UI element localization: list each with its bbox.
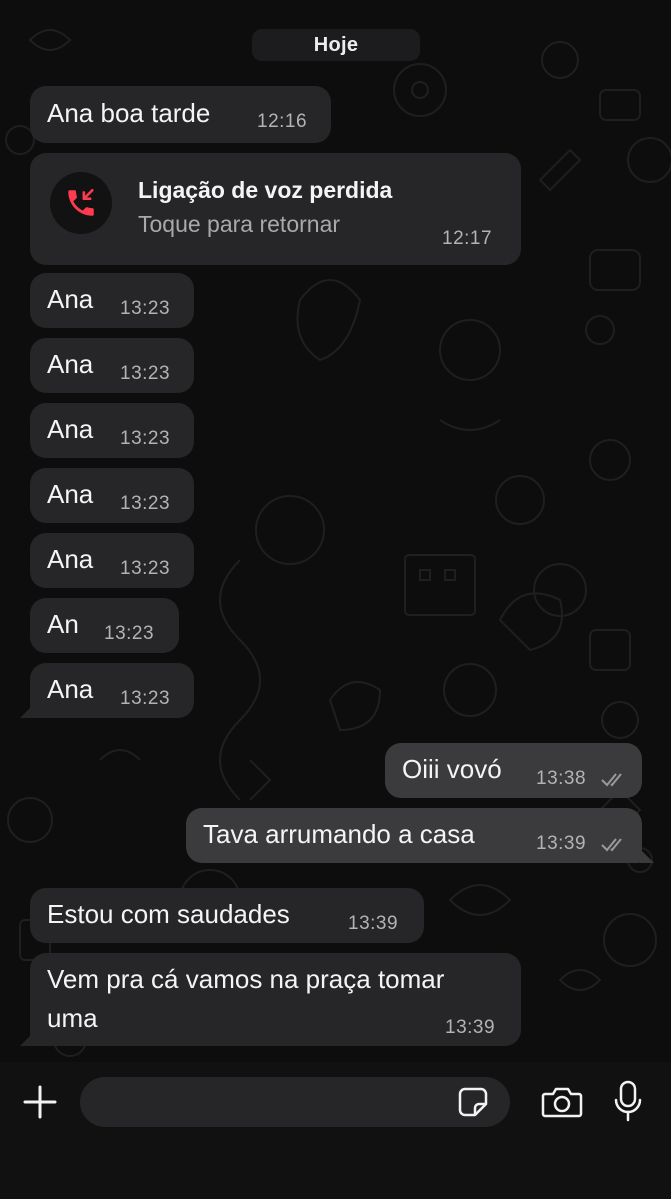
message-text: Ana <box>47 544 94 574</box>
double-check-icon <box>601 838 622 852</box>
message-time: 13:23 <box>120 428 171 449</box>
message-time: 13:23 <box>120 688 171 709</box>
bubble-tail <box>20 704 34 718</box>
chat-area[interactable]: Hoje Ana boa tarde 12:16 Ligação de voz … <box>0 0 671 1062</box>
message-incoming[interactable]: Ana 13:23 <box>30 338 194 393</box>
message-outgoing[interactable]: Oiii vovó 13:38 <box>385 743 642 798</box>
message-text: Ana boa tarde <box>47 98 211 128</box>
message-time: 13:23 <box>104 623 155 644</box>
message-time: 13:23 <box>120 493 171 514</box>
message-incoming[interactable]: Ana 13:23 <box>30 273 194 328</box>
microphone-icon[interactable] <box>608 1078 648 1124</box>
message-text: Estou com saudades <box>47 899 290 929</box>
message-text: Ana <box>47 674 94 704</box>
message-time: 12:16 <box>257 111 308 132</box>
message-incoming[interactable]: Ana boa tarde 12:16 <box>30 86 331 143</box>
message-text: Tava arrumando a casa <box>203 819 475 849</box>
message-time: 13:23 <box>120 558 171 579</box>
message-incoming[interactable]: Ana 13:23 <box>30 533 194 588</box>
message-incoming[interactable]: Vem pra cá vamos na praça tomar uma 13:3… <box>30 953 521 1046</box>
plus-icon[interactable] <box>20 1082 60 1122</box>
message-time: 13:38 <box>536 768 587 789</box>
missed-call-title: Ligação de voz perdida <box>138 177 393 203</box>
date-separator: Hoje <box>252 29 420 61</box>
message-time: 12:17 <box>442 228 493 249</box>
message-text: Ana <box>47 479 94 509</box>
message-incoming[interactable]: Ana 13:23 <box>30 468 194 523</box>
message-text: An <box>47 609 79 639</box>
message-time: 13:39 <box>348 913 399 934</box>
missed-call-message[interactable]: Ligação de voz perdida Toque para retorn… <box>30 153 521 265</box>
bubble-tail <box>20 1032 34 1046</box>
message-input[interactable] <box>80 1077 510 1127</box>
message-text-line-2: uma <box>47 1003 98 1033</box>
message-time: 13:39 <box>536 833 587 854</box>
camera-icon[interactable] <box>540 1082 584 1122</box>
message-text-line-1: Vem pra cá vamos na praça tomar <box>47 964 445 994</box>
double-check-icon <box>601 773 622 787</box>
message-time: 13:23 <box>120 363 171 384</box>
message-time: 13:39 <box>445 1017 496 1038</box>
message-incoming[interactable]: Ana 13:23 <box>30 403 194 458</box>
composer-bar <box>0 1062 671 1199</box>
message-time: 13:23 <box>120 298 171 319</box>
bubble-tail <box>640 849 654 863</box>
message-text: Oiii vovó <box>402 754 502 784</box>
message-outgoing[interactable]: Tava arrumando a casa 13:39 <box>186 808 642 863</box>
message-text: Ana <box>47 349 94 379</box>
missed-call-subtitle: Toque para retornar <box>138 211 341 237</box>
message-text: Ana <box>47 414 94 444</box>
message-incoming[interactable]: Estou com saudades 13:39 <box>30 888 424 943</box>
message-incoming[interactable]: An 13:23 <box>30 598 179 653</box>
sticker-icon[interactable] <box>455 1084 491 1120</box>
message-text: Ana <box>47 284 94 314</box>
message-incoming[interactable]: Ana 13:23 <box>30 663 194 718</box>
missed-call-icon <box>50 172 112 234</box>
